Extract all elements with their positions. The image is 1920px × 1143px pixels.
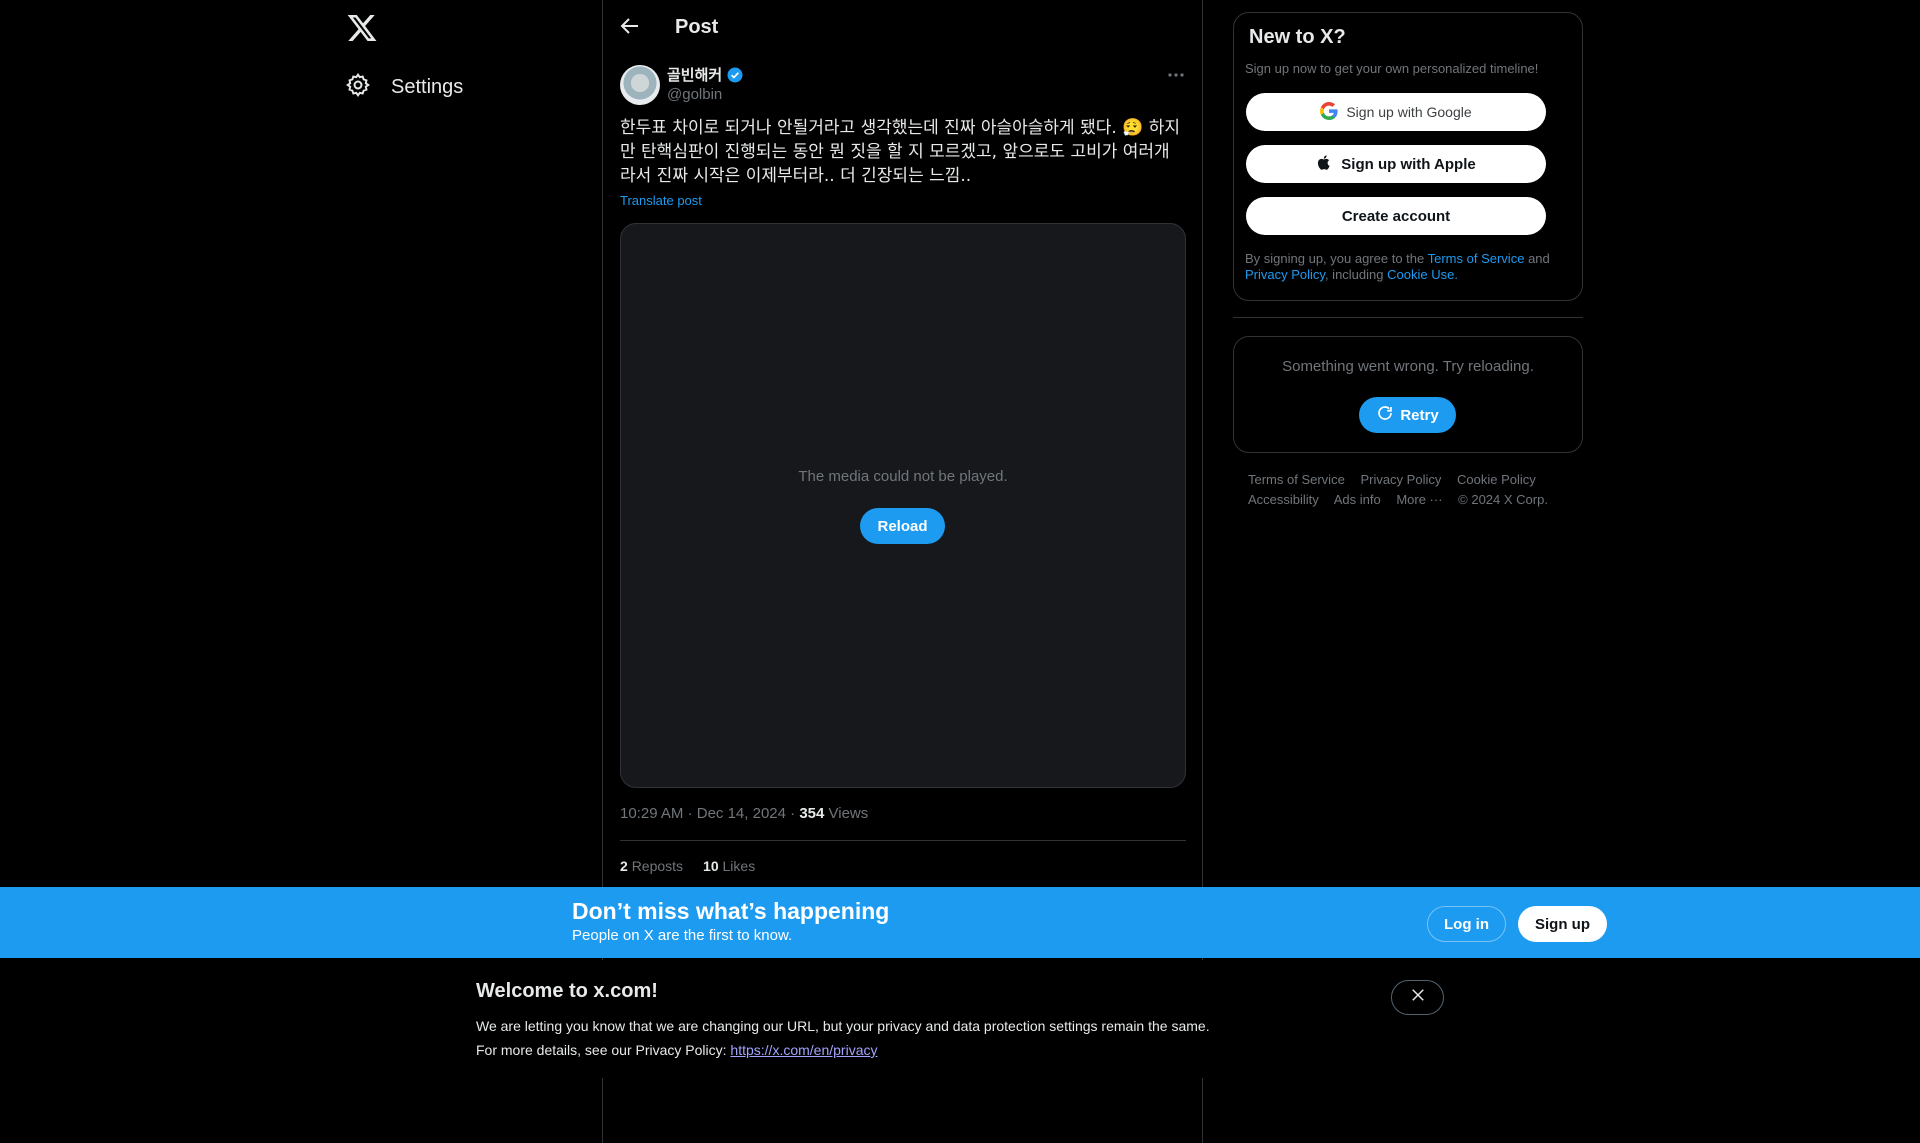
login-button[interactable]: Log in (1427, 906, 1506, 942)
separator-dot: · (687, 805, 693, 822)
post-stats: 2 Reposts 10 Likes (620, 858, 755, 874)
verified-badge-icon (726, 66, 744, 84)
x-logo-icon[interactable] (346, 12, 378, 44)
retry-label: Retry (1400, 406, 1439, 424)
create-account-button[interactable]: Create account (1246, 197, 1546, 235)
footer-accessibility-link[interactable]: Accessibility (1248, 492, 1319, 507)
privacy-policy-link[interactable]: Privacy Policy (1245, 267, 1325, 282)
welcome-privacy-prefix: For more details, see our Privacy Policy… (476, 1042, 731, 1058)
banner-subtitle: People on X are the first to know. (572, 927, 793, 944)
new-to-x-subtitle: Sign up now to get your own personalized… (1245, 61, 1539, 76)
close-icon (1409, 986, 1427, 1009)
author-handle[interactable]: @golbin (667, 86, 722, 103)
error-card (1233, 336, 1583, 453)
post-time[interactable]: 10:29 AM (620, 805, 683, 822)
footer-privacy-link[interactable]: Privacy Policy (1360, 472, 1441, 487)
media-error-message: The media could not be played. (798, 468, 1008, 485)
footer-ads-link[interactable]: Ads info (1334, 492, 1381, 507)
author-name[interactable]: 골빈해커 (667, 64, 722, 85)
footer-copyright: © 2024 X Corp. (1458, 492, 1548, 507)
post-text: 한두표 차이로 되거나 안될거라고 생각했는데 진짜 아슬아슬하게 됐다. 😮‍… (620, 118, 1181, 186)
nav-settings-label: Settings (391, 75, 464, 98)
terms-including: , including (1324, 267, 1384, 282)
reposts-label: Reposts (631, 858, 684, 874)
welcome-message: We are letting you know that we are chan… (476, 1018, 1210, 1034)
gear-icon (345, 72, 371, 103)
nav-settings[interactable]: Settings (345, 70, 463, 104)
terms-of-service-link[interactable]: Terms of Service (1428, 251, 1525, 266)
refresh-icon (1376, 404, 1394, 426)
signup-button[interactable]: Sign up (1518, 906, 1607, 942)
reposts-count: 2 (620, 858, 628, 874)
footer-links: Terms of Service Privacy Policy Cookie P… (1248, 470, 1568, 510)
error-message: Something went wrong. Try reloading. (1282, 358, 1534, 375)
footer-more-link[interactable]: More ··· (1396, 492, 1442, 507)
welcome-title: Welcome to x.com! (476, 980, 658, 1002)
close-button[interactable] (1391, 980, 1444, 1015)
footer-cookie-link[interactable]: Cookie Policy (1457, 472, 1536, 487)
reload-button[interactable]: Reload (860, 508, 945, 544)
likes-stat[interactable]: 10 Likes (703, 858, 755, 874)
avatar[interactable] (620, 65, 660, 105)
likes-count: 10 (703, 858, 719, 874)
divider (1233, 317, 1583, 318)
terms-and: and (1528, 251, 1550, 266)
media-container (620, 223, 1186, 788)
views-label: Views (828, 805, 869, 822)
signup-apple-button[interactable]: Sign up with Apple (1246, 145, 1546, 183)
post-date[interactable]: Dec 14, 2024 (697, 805, 786, 822)
welcome-privacy-line: For more details, see our Privacy Policy… (476, 1042, 877, 1058)
back-arrow-icon[interactable] (618, 14, 642, 38)
separator-dot: · (790, 805, 796, 822)
apple-icon (1316, 154, 1333, 175)
new-to-x-title: New to X? (1249, 26, 1346, 48)
footer-terms-link[interactable]: Terms of Service (1248, 472, 1345, 487)
retry-button[interactable]: Retry (1359, 397, 1456, 433)
translate-post-link[interactable]: Translate post (620, 193, 702, 208)
signup-banner (0, 887, 1920, 958)
signup-google-button[interactable]: Sign up with Google (1246, 93, 1546, 131)
more-options-icon[interactable] (1164, 65, 1188, 85)
banner-title: Don’t miss what’s happening (572, 898, 890, 924)
google-icon (1320, 101, 1338, 123)
cookie-use-link[interactable]: Cookie Use. (1387, 267, 1458, 282)
terms-prefix: By signing up, you agree to the (1245, 251, 1425, 266)
reposts-stat[interactable]: 2 Reposts (620, 858, 683, 874)
signup-apple-label: Sign up with Apple (1341, 155, 1476, 173)
post-timestamp: 10:29 AM · Dec 14, 2024 · 354 Views (620, 805, 868, 822)
page-title: Post (675, 16, 719, 38)
signup-google-label: Sign up with Google (1346, 104, 1472, 120)
terms-text: By signing up, you agree to the Terms of… (1245, 251, 1575, 283)
likes-label: Likes (722, 858, 756, 874)
privacy-url-link[interactable]: https://x.com/en/privacy (730, 1042, 877, 1058)
divider (620, 840, 1186, 841)
views-count: 354 (799, 805, 825, 822)
